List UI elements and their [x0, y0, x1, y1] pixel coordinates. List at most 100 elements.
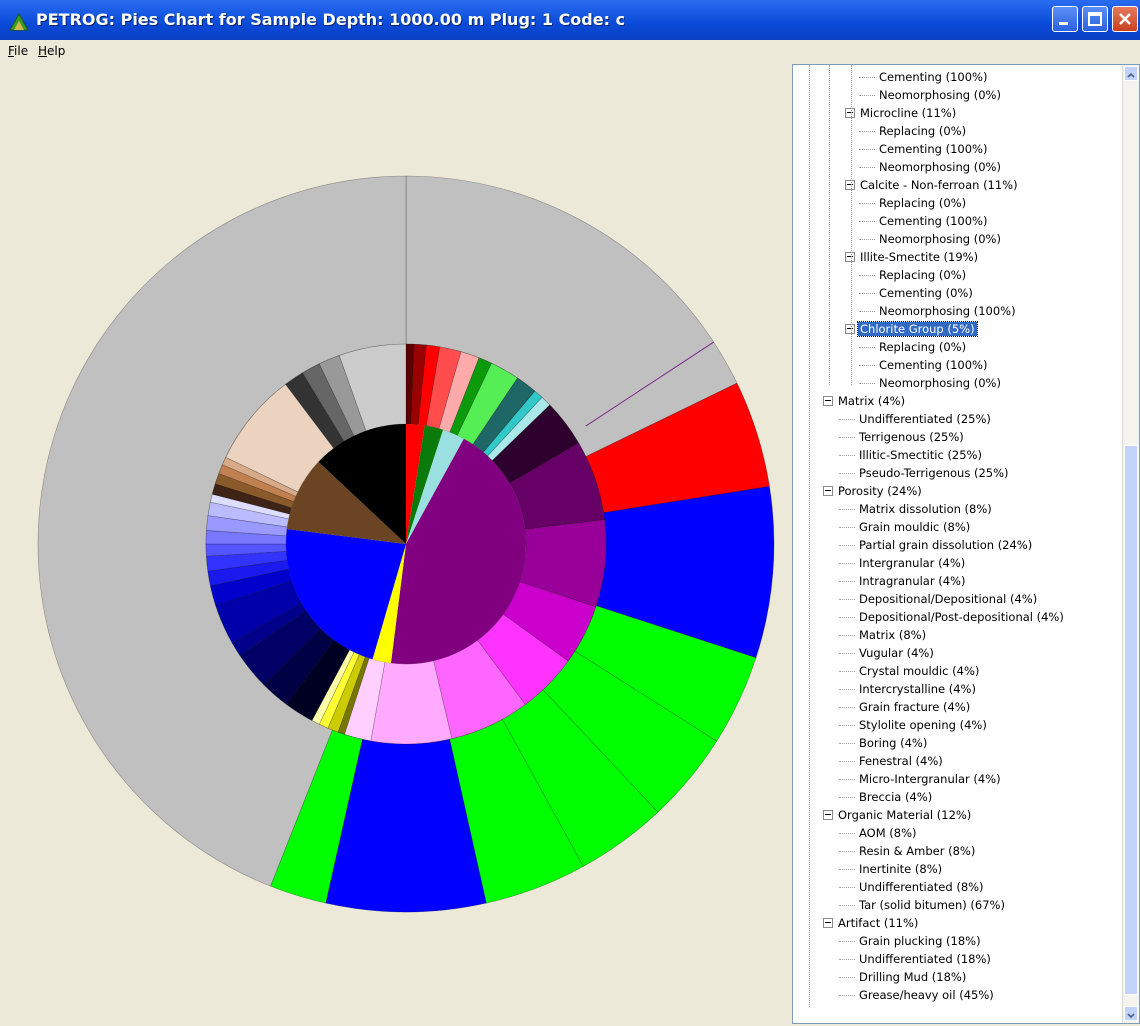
petrog-app-icon[interactable]	[8, 10, 30, 32]
tree-connector	[839, 635, 855, 636]
tree-item[interactable]: Illite-Smectite (19%)	[845, 248, 980, 266]
tree-item[interactable]: Intergranular (4%)	[857, 554, 967, 572]
tree-item-label: Porosity (24%)	[838, 484, 922, 498]
tree-item[interactable]: Stylolite opening (4%)	[857, 716, 989, 734]
tree-item-label: Neomorphosing (100%)	[879, 304, 1016, 318]
tree-item[interactable]: Neomorphosing (0%)	[877, 86, 1003, 104]
collapse-icon[interactable]	[845, 108, 855, 118]
collapse-icon[interactable]	[845, 324, 855, 334]
tree-item[interactable]: Neomorphosing (0%)	[877, 158, 1003, 176]
menu-help[interactable]: Help	[38, 44, 65, 58]
tree-item[interactable]: Grease/heavy oil (45%)	[857, 986, 996, 1004]
tree-item-label: Grain mouldic (8%)	[859, 520, 971, 534]
tree-item-label: Neomorphosing (0%)	[879, 232, 1001, 246]
tree-item[interactable]: Replacing (0%)	[877, 338, 968, 356]
tree-item-label: Replacing (0%)	[879, 196, 967, 210]
tree-connector	[839, 869, 855, 870]
tree-item[interactable]: Grain plucking (18%)	[857, 932, 983, 950]
tree-item[interactable]: Undifferentiated (18%)	[857, 950, 993, 968]
tree-item[interactable]: Replacing (0%)	[877, 266, 968, 284]
tree-item[interactable]: Depositional/Depositional (4%)	[857, 590, 1039, 608]
tree-connector	[839, 455, 855, 456]
tree-connector	[839, 797, 855, 798]
tree-item[interactable]: Artifact (11%)	[823, 914, 920, 932]
tree-item[interactable]: Partial grain dissolution (24%)	[857, 536, 1034, 554]
tree-item[interactable]: Micro-Intergranular (4%)	[857, 770, 1003, 788]
tree-item[interactable]: Illitic-Smectitic (25%)	[857, 446, 984, 464]
tree-item-label: Replacing (0%)	[879, 340, 967, 354]
tree-item[interactable]: Matrix (8%)	[857, 626, 928, 644]
tree-item[interactable]: Chlorite Group (5%)	[845, 320, 978, 338]
tree-item-label: Replacing (0%)	[879, 268, 967, 282]
scroll-up-button[interactable]	[1124, 66, 1138, 81]
tree-item-label: Drilling Mud (18%)	[859, 970, 967, 984]
tree-item-label: Replacing (0%)	[879, 124, 967, 138]
close-button[interactable]	[1112, 6, 1138, 32]
tree-item[interactable]: Resin & Amber (8%)	[857, 842, 977, 860]
scroll-thumb[interactable]	[1124, 445, 1138, 995]
collapse-icon[interactable]	[823, 396, 833, 406]
tree-connector	[839, 977, 855, 978]
tree-item[interactable]: Cementing (0%)	[877, 284, 975, 302]
menu-file[interactable]: File	[8, 44, 28, 58]
tree-item[interactable]: Neomorphosing (0%)	[877, 374, 1003, 392]
tree-item[interactable]: Depositional/Post-depositional (4%)	[857, 608, 1066, 626]
tree-item[interactable]: Replacing (0%)	[877, 194, 968, 212]
maximize-button[interactable]	[1082, 6, 1108, 32]
tree-item-label: AOM (8%)	[859, 826, 917, 840]
tree-item[interactable]: Intragranular (4%)	[857, 572, 967, 590]
tree-item[interactable]: Neomorphosing (0%)	[877, 230, 1003, 248]
tree-item[interactable]: Neomorphosing (100%)	[877, 302, 1018, 320]
tree-item[interactable]: Vugular (4%)	[857, 644, 936, 662]
pies-chart[interactable]	[6, 62, 788, 1022]
tree-item[interactable]: Cementing (100%)	[877, 68, 989, 86]
tree-connector	[839, 959, 855, 960]
title-bar: PETROG: Pies Chart for Sample Depth: 100…	[0, 0, 1140, 40]
tree-item[interactable]: Boring (4%)	[857, 734, 929, 752]
tree-item[interactable]: Fenestral (4%)	[857, 752, 945, 770]
collapse-icon[interactable]	[845, 252, 855, 262]
tree-item[interactable]: AOM (8%)	[857, 824, 919, 842]
collapse-icon[interactable]	[845, 180, 855, 190]
tree-connector	[859, 131, 875, 132]
tree-item-label: Undifferentiated (25%)	[859, 412, 991, 426]
tree-item[interactable]: Terrigenous (25%)	[857, 428, 966, 446]
tree-item[interactable]: Intercrystalline (4%)	[857, 680, 978, 698]
tree-item[interactable]: Crystal mouldic (4%)	[857, 662, 981, 680]
tree-item[interactable]: Organic Material (12%)	[823, 806, 973, 824]
collapse-icon[interactable]	[823, 918, 833, 928]
tree-item[interactable]: Pseudo-Terrigenous (25%)	[857, 464, 1011, 482]
tree-item[interactable]: Cementing (100%)	[877, 212, 989, 230]
tree-item[interactable]: Breccia (4%)	[857, 788, 934, 806]
collapse-icon[interactable]	[823, 810, 833, 820]
tree-item[interactable]: Replacing (0%)	[877, 122, 968, 140]
tree-item[interactable]: Undifferentiated (25%)	[857, 410, 993, 428]
tree-item-label: Tar (solid bitumen) (67%)	[859, 898, 1005, 912]
tree-item[interactable]: Grain mouldic (8%)	[857, 518, 972, 536]
tree-item-label: Matrix (8%)	[859, 628, 927, 642]
tree-item[interactable]: Cementing (100%)	[877, 356, 989, 374]
minimize-button[interactable]	[1052, 6, 1078, 32]
tree-item[interactable]: Cementing (100%)	[877, 140, 989, 158]
tree-item-label: Intragranular (4%)	[859, 574, 966, 588]
tree-item-label: Vugular (4%)	[859, 646, 934, 660]
tree-item[interactable]: Microcline (11%)	[845, 104, 958, 122]
tree-item-label: Cementing (100%)	[879, 214, 988, 228]
tree-item[interactable]: Tar (solid bitumen) (67%)	[857, 896, 1007, 914]
tree-connector	[859, 365, 875, 366]
category-tree[interactable]: Cementing (100%) Neomorphosing (0%) Microc…	[792, 64, 1140, 1024]
tree-scrollbar[interactable]	[1122, 65, 1139, 1023]
tree-item-label: Breccia (4%)	[859, 790, 933, 804]
tree-item[interactable]: Matrix (4%)	[823, 392, 907, 410]
tree-item[interactable]: Calcite - Non-ferroan (11%)	[845, 176, 1020, 194]
tree-item[interactable]: Porosity (24%)	[823, 482, 924, 500]
tree-item[interactable]: Inertinite (8%)	[857, 860, 944, 878]
tree-item-label: Undifferentiated (18%)	[859, 952, 991, 966]
tree-item[interactable]: Grain fracture (4%)	[857, 698, 972, 716]
tree-item[interactable]: Matrix dissolution (8%)	[857, 500, 994, 518]
tree-item[interactable]: Undifferentiated (8%)	[857, 878, 986, 896]
collapse-icon[interactable]	[823, 486, 833, 496]
tree-item-label: Stylolite opening (4%)	[859, 718, 987, 732]
scroll-down-button[interactable]	[1124, 1006, 1138, 1021]
tree-item[interactable]: Drilling Mud (18%)	[857, 968, 968, 986]
